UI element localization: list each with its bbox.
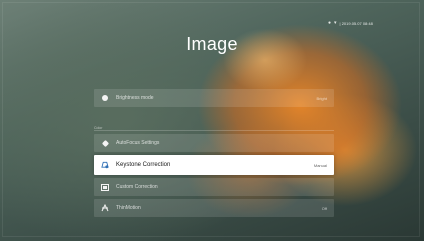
menu-item-autofocus-settings[interactable]: AutoFocus Settings [94, 134, 334, 152]
menu-item-value: Off [321, 205, 327, 211]
section-divider [94, 130, 334, 131]
menu-item-value: Bright [316, 95, 327, 101]
menu-item-label: AutoFocus Settings [116, 140, 160, 146]
dot-icon [101, 94, 109, 102]
menu-item-label: ThinMotion [116, 205, 141, 211]
focus-icon [101, 139, 109, 147]
menu-item-label: Custom Correction [116, 184, 158, 190]
bluetooth-icon: ● [328, 19, 332, 26]
menu-item-label: Keystone Correction [116, 162, 171, 168]
wifi-icon: ▾ [334, 19, 337, 26]
menu-item-custom-correction[interactable]: Custom Correction [94, 178, 334, 196]
motion-icon [101, 204, 109, 212]
page-title: Image [186, 34, 238, 54]
keystone-icon [101, 161, 109, 169]
menu-item-thinmotion[interactable]: ThinMotion Off [94, 199, 334, 217]
datetime: | 2019.05.07 08:48 [339, 20, 373, 26]
status-bar: ● ▾ | 2019.05.07 08:48 [328, 19, 408, 27]
menu-item-keystone-correction[interactable]: Keystone Correction Manual [94, 155, 334, 175]
menu-item-value: Manual [313, 162, 327, 168]
menu-item-brightness-mode[interactable]: Brightness mode Bright [94, 89, 334, 107]
menu-item-label: Brightness mode [116, 95, 154, 101]
custom-correction-icon [101, 183, 109, 191]
